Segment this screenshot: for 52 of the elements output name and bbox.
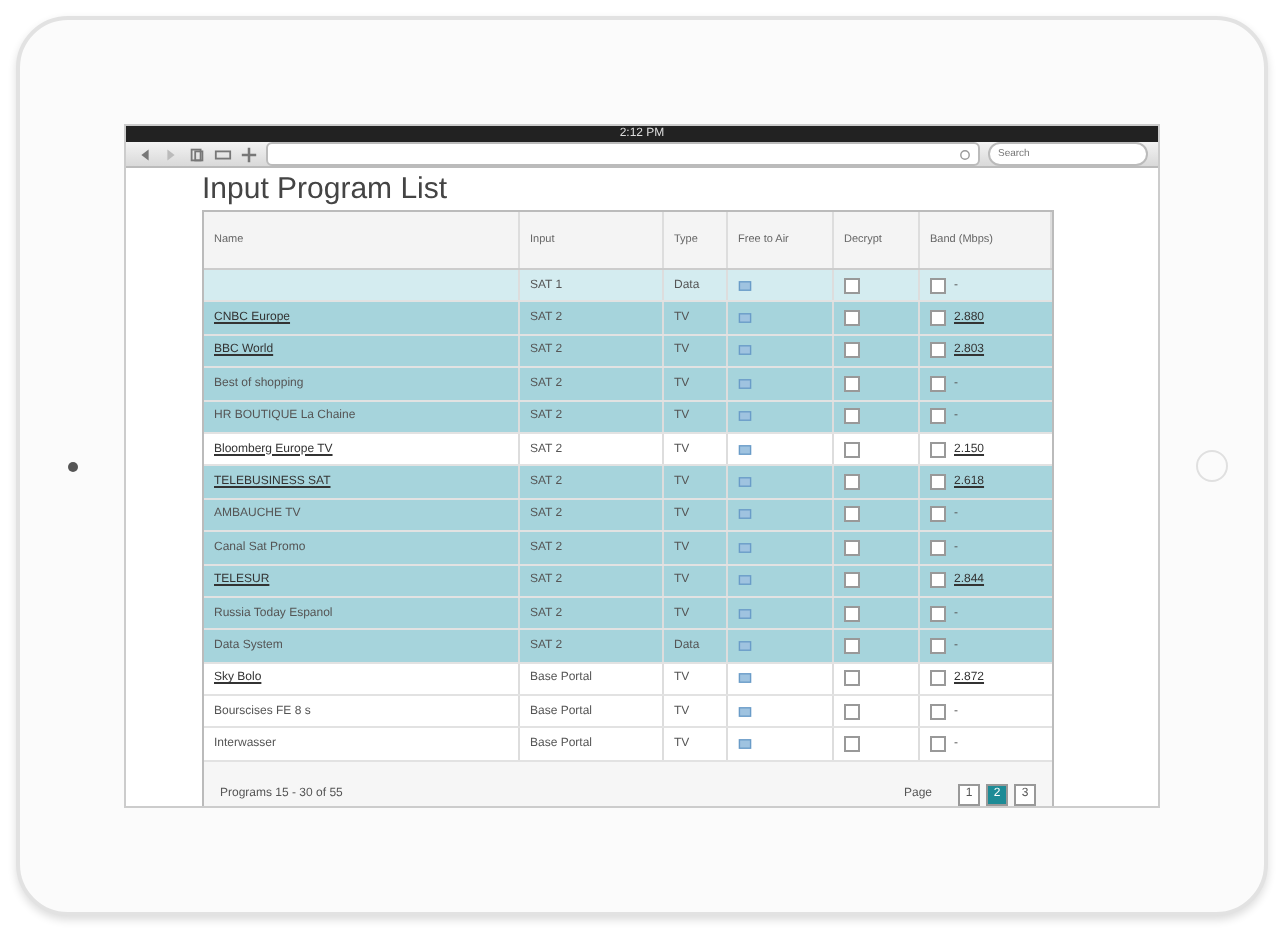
checkbox[interactable]	[844, 539, 860, 556]
page-title: Input Program List	[202, 172, 450, 206]
checkbox[interactable]	[844, 375, 860, 392]
satellite-icon	[738, 672, 752, 685]
checkbox[interactable]	[930, 342, 946, 359]
satellite-icon	[738, 344, 752, 357]
satellite-icon	[738, 443, 752, 456]
checkbox[interactable]	[844, 703, 860, 720]
checkbox[interactable]	[930, 736, 946, 753]
checkbox[interactable]	[844, 310, 860, 327]
satellite-icon	[738, 738, 752, 751]
reload-icon[interactable]	[958, 147, 972, 161]
checkbox[interactable]	[844, 277, 860, 294]
checkbox[interactable]	[844, 572, 860, 589]
checkbox[interactable]	[844, 408, 860, 425]
checkbox[interactable]	[844, 736, 860, 753]
checkbox[interactable]	[844, 474, 860, 491]
satellite-icon	[738, 312, 752, 325]
satellite-icon	[738, 705, 752, 718]
satellite-icon	[738, 279, 752, 292]
checkbox[interactable]	[930, 310, 946, 327]
checkbox[interactable]	[844, 637, 860, 654]
satellite-icon	[738, 574, 752, 587]
checkbox[interactable]	[930, 474, 946, 491]
checkbox[interactable]	[844, 506, 860, 523]
checkbox[interactable]	[930, 670, 946, 687]
checkbox[interactable]	[930, 637, 946, 654]
satellite-icon	[738, 377, 752, 390]
checkbox[interactable]	[844, 441, 860, 458]
checkbox[interactable]	[930, 441, 946, 458]
satellite-icon	[738, 410, 752, 423]
address-field[interactable]	[266, 142, 980, 166]
satellite-icon	[738, 541, 752, 554]
satellite-icon	[738, 508, 752, 521]
checkbox[interactable]	[930, 277, 946, 294]
checkbox[interactable]	[844, 605, 860, 622]
camera-dot	[67, 461, 77, 471]
satellite-icon	[738, 607, 752, 620]
bookmarks-icon[interactable]	[214, 145, 232, 163]
checkbox[interactable]	[930, 408, 946, 425]
checkbox[interactable]	[930, 539, 946, 556]
checkbox[interactable]	[930, 703, 946, 720]
satellite-icon	[738, 476, 752, 489]
checkbox[interactable]	[844, 342, 860, 359]
checkbox[interactable]	[930, 572, 946, 589]
satellite-icon	[738, 639, 752, 652]
checkbox[interactable]	[930, 605, 946, 622]
pages-icon[interactable]	[188, 145, 206, 163]
checkbox[interactable]	[930, 506, 946, 523]
checkbox[interactable]	[844, 670, 860, 687]
add-icon[interactable]	[240, 145, 258, 163]
checkbox[interactable]	[930, 375, 946, 392]
